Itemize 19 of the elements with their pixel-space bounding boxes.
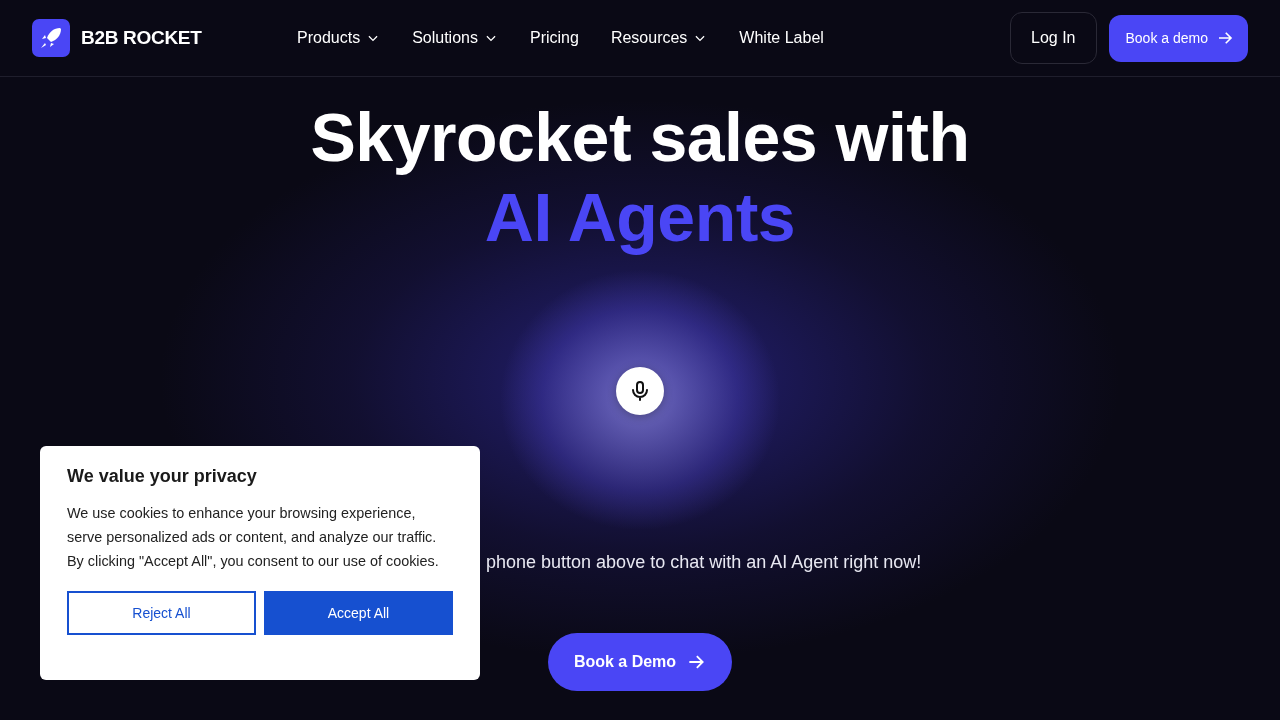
nav-link[interactable]: Pricing bbox=[529, 29, 579, 47]
rocket-logo-icon[interactable] bbox=[32, 19, 70, 57]
cookie-title: We value your privacy bbox=[67, 466, 258, 487]
login-button[interactable]: Log In bbox=[1010, 12, 1097, 64]
nav-link[interactable]: Resources bbox=[610, 29, 708, 47]
cookie-text: We use cookies to enhance your browsing experience, serve personalized ads or content, and analyze our traffic. By clicking "Accept All", you consent to our use of cookies. bbox=[67, 504, 440, 571]
logo-text[interactable]: B2B ROCKET bbox=[81, 27, 202, 49]
microphone-button[interactable] bbox=[616, 367, 664, 415]
accept-button[interactable]: Accept All bbox=[264, 591, 453, 635]
book-demo-cta[interactable]: Book a Demo bbox=[547, 633, 733, 691]
book-demo-button[interactable]: Book a demo bbox=[1108, 14, 1248, 62]
nav-link[interactable]: White Label bbox=[739, 29, 824, 47]
hero-title-accent: AI Agents bbox=[484, 178, 796, 257]
nav-link[interactable]: Solutions bbox=[412, 29, 498, 47]
hero-subtitle: phone button above to chat with an AI Agent right now! bbox=[486, 552, 922, 573]
arrow-right-icon bbox=[1216, 29, 1234, 47]
nav-link[interactable]: Products bbox=[297, 29, 381, 47]
hero-title: Skyrocket sales with bbox=[310, 98, 970, 177]
reject-button[interactable]: Reject All bbox=[67, 591, 256, 635]
